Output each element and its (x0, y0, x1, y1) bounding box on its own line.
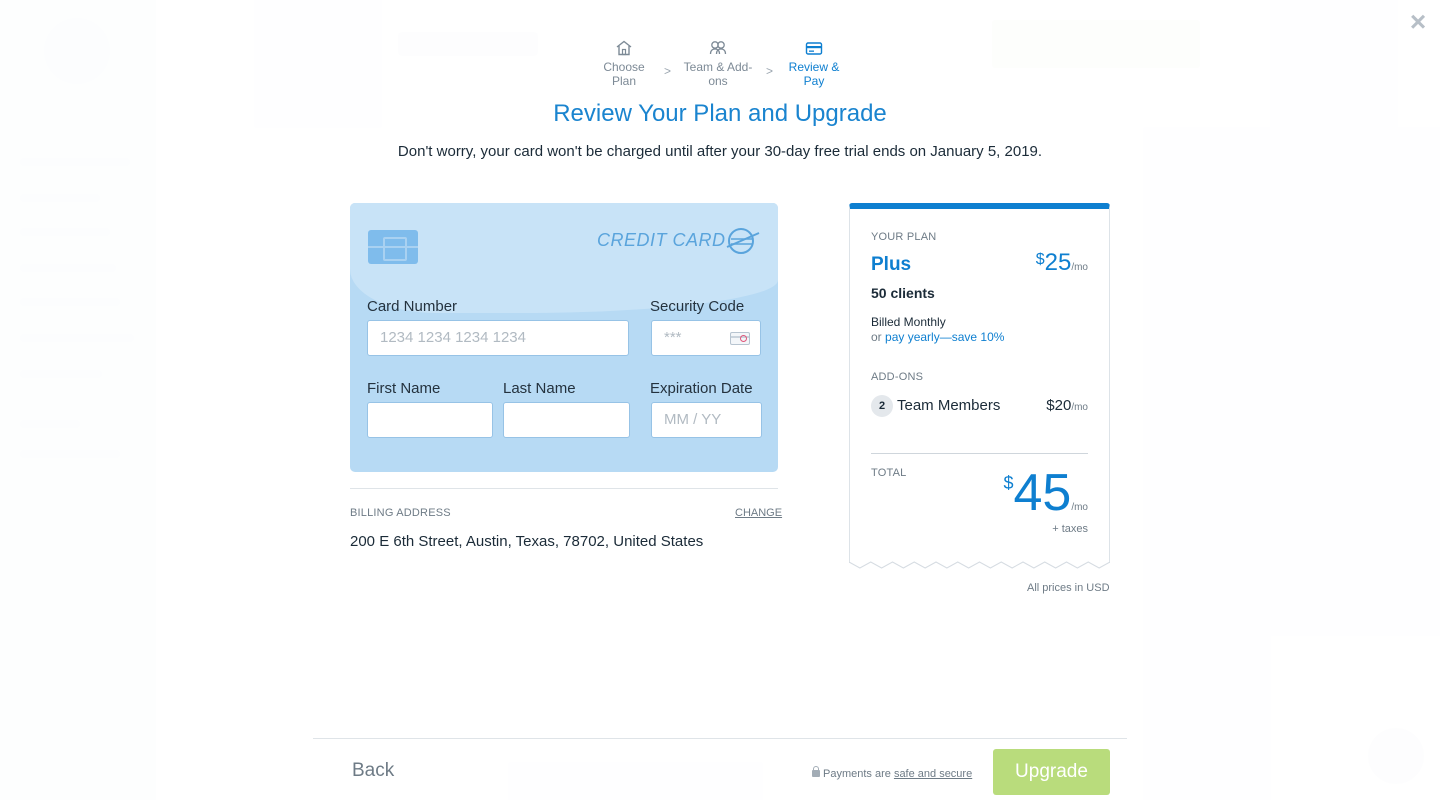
currency-symbol: $ (1003, 473, 1014, 493)
page-title: Review Your Plan and Upgrade (553, 100, 887, 127)
your-plan-label: YOUR PLAN (871, 231, 937, 243)
expiration-date-input[interactable]: MM / YY (651, 402, 762, 438)
card-number-placeholder: 1234 1234 1234 1234 (380, 329, 526, 346)
first-name-label: First Name (367, 380, 441, 397)
yearly-prefix: or (871, 330, 882, 344)
plan-summary-receipt: YOUR PLAN Plus $25/mo 50 clients Billed … (849, 203, 1110, 563)
lock-icon (812, 766, 820, 777)
plan-price: $25/mo (1036, 249, 1088, 277)
safe-and-secure-link[interactable]: safe and secure (894, 768, 972, 780)
last-name-input[interactable] (503, 402, 630, 438)
upgrade-button[interactable]: Upgrade (993, 749, 1110, 795)
receipt-zigzag-edge (849, 556, 1110, 569)
total-label: TOTAL (871, 467, 907, 479)
step-choose-plan[interactable]: Choose Plan (592, 40, 656, 88)
upgrade-modal: × Choose Plan > Team & Add-ons > Review … (0, 0, 1440, 800)
billing-divider (350, 488, 778, 489)
secure-prefix: Payments are (823, 768, 891, 780)
expiration-date-label: Expiration Date (650, 380, 753, 397)
change-billing-address-link[interactable]: CHANGE (735, 507, 782, 519)
plan-clients: 50 clients (871, 285, 935, 301)
total-divider (871, 453, 1088, 454)
secure-payments-note: Payments are safe and secure (812, 766, 972, 780)
pay-yearly-link[interactable]: pay yearly—save 10% (885, 330, 1004, 344)
footer-divider (313, 738, 1127, 739)
total-price: $45/mo (1003, 467, 1088, 519)
security-code-placeholder: *** (664, 329, 682, 346)
security-code-input[interactable]: *** (651, 320, 761, 356)
page-subtitle: Don't worry, your card won't be charged … (397, 143, 1043, 160)
card-number-label: Card Number (367, 298, 458, 315)
card-chip-icon (368, 230, 418, 264)
close-icon[interactable]: × (1404, 8, 1432, 36)
plan-price-value: 25 (1044, 249, 1072, 276)
step-review-pay[interactable]: Review & Pay (778, 40, 850, 88)
billing-address: 200 E 6th Street, Austin, Texas, 78702, … (350, 533, 704, 550)
total-amount: 45 (1013, 464, 1072, 522)
per-month: /mo (1071, 262, 1088, 273)
plan-name: Plus (871, 254, 912, 275)
step-team-addons[interactable]: Team & Add-ons (676, 40, 760, 88)
addons-label: ADD-ONS (871, 371, 924, 383)
yearly-option: or pay yearly—save 10% (871, 330, 1004, 344)
first-name-input[interactable] (367, 402, 493, 438)
per-month: /mo (1071, 502, 1088, 513)
house-icon (616, 40, 632, 56)
addon-name: Team Members (897, 397, 1001, 414)
taxes-note: + taxes (1052, 523, 1088, 535)
credit-card-icon (805, 42, 823, 55)
card-network-logo-icon (726, 228, 760, 254)
billing-frequency: Billed Monthly (871, 315, 946, 329)
back-button[interactable]: Back (352, 760, 394, 782)
currency-note: All prices in USD (1027, 582, 1110, 594)
addon-price: $20/mo (1046, 397, 1088, 414)
credit-card-brand-label: CREDIT CARD (597, 230, 726, 250)
step-label: Choose Plan (603, 60, 645, 88)
addon-count-badge: 2 (871, 395, 893, 417)
chevron-right-icon: > (664, 64, 672, 78)
cvv-card-icon (730, 332, 750, 345)
security-code-label: Security Code (650, 298, 745, 315)
team-icon (709, 41, 727, 55)
step-label: Review & Pay (788, 60, 840, 88)
card-number-input[interactable]: 1234 1234 1234 1234 (367, 320, 629, 356)
billing-address-label: BILLING ADDRESS (350, 507, 451, 519)
per-month: /mo (1071, 402, 1088, 413)
expiration-date-placeholder: MM / YY (664, 411, 722, 428)
currency-symbol: $ (1035, 251, 1045, 268)
checkout-stepper: Choose Plan > Team & Add-ons > Review & … (580, 40, 860, 88)
credit-card-form: CREDIT CARD Card Number 1234 1234 1234 1… (350, 203, 778, 472)
chevron-right-icon: > (766, 64, 774, 78)
step-label: Team & Add-ons (683, 60, 753, 88)
last-name-label: Last Name (503, 380, 576, 397)
addon-price-value: $20 (1046, 397, 1072, 414)
